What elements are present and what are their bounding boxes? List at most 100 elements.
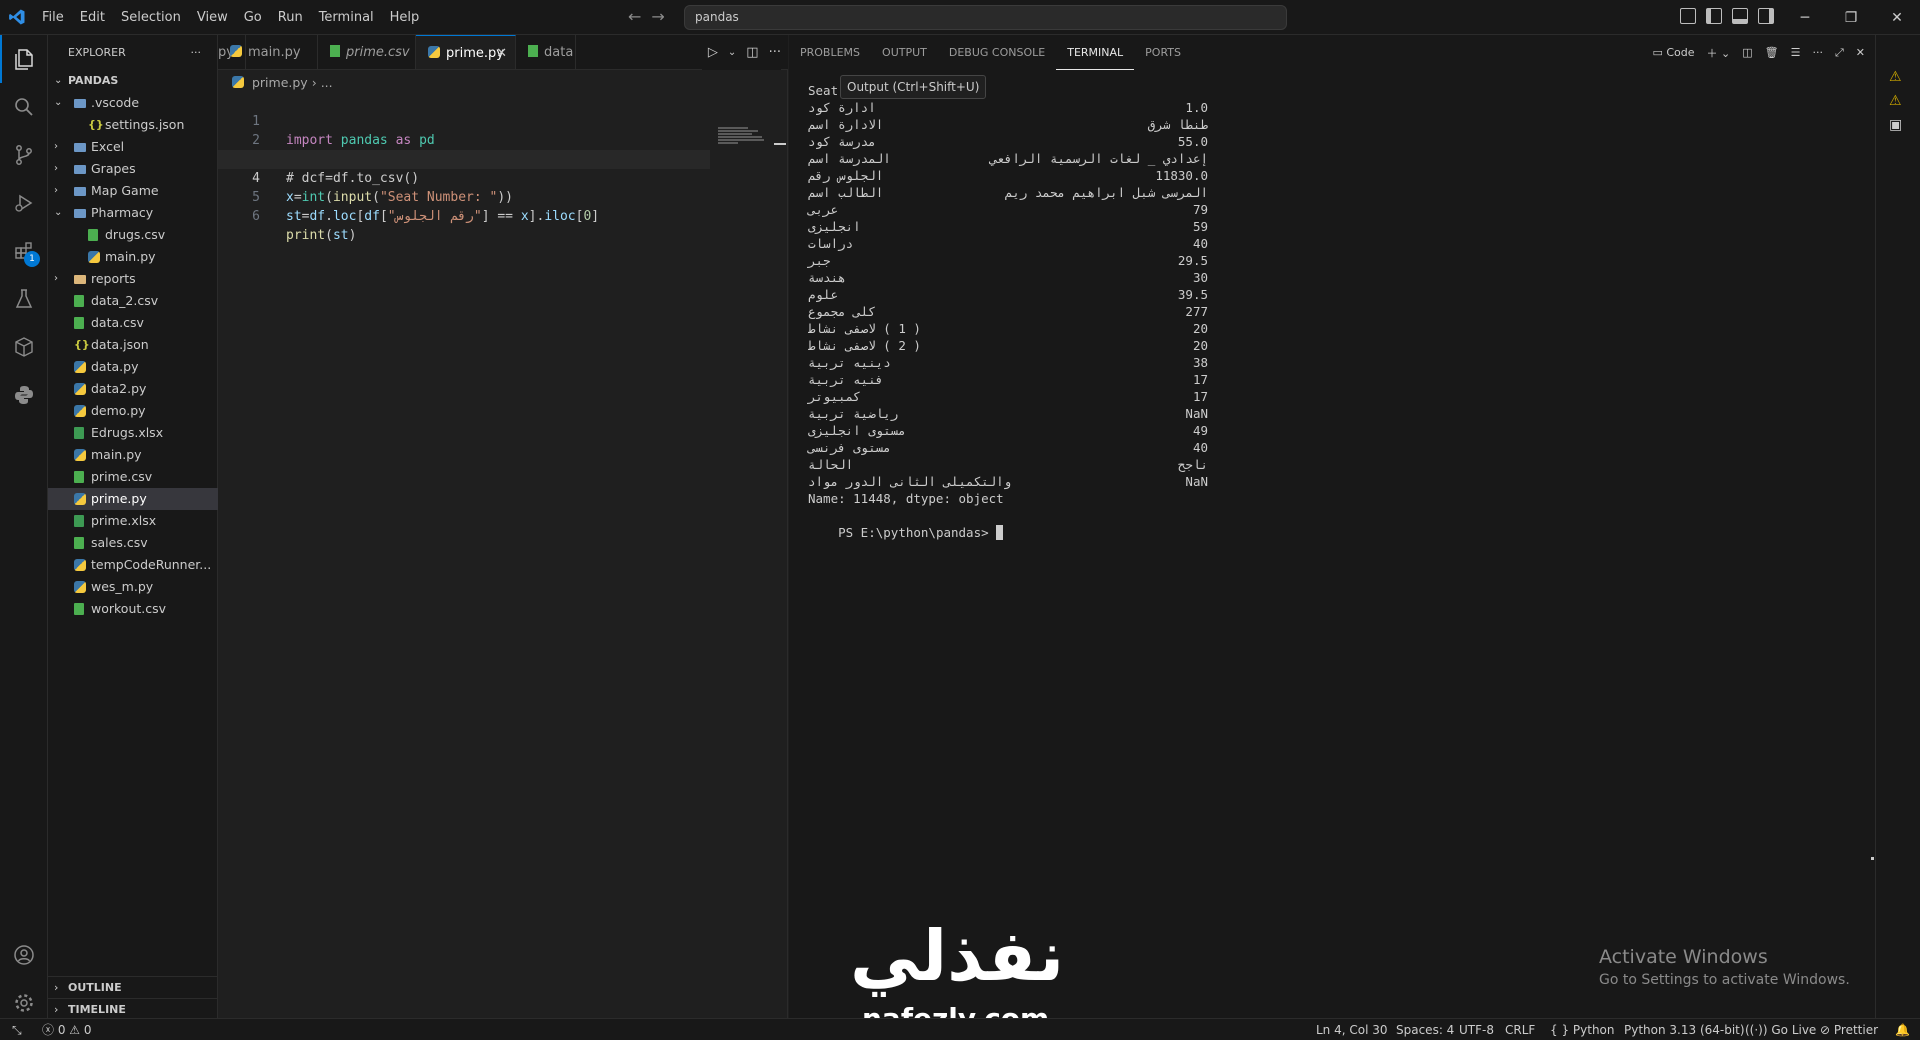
warning-icon[interactable]: ⚠ [1889, 93, 1902, 109]
tree-file[interactable]: prime.xlsx [48, 510, 218, 532]
prettier-status[interactable]: ⊘ Prettier [1820, 1019, 1878, 1040]
panel-tab-problems[interactable]: PROBLEMS [789, 35, 871, 70]
code-line[interactable]: 1 import pandas as pd [218, 93, 788, 148]
run-python-file-icon[interactable]: ▷ [708, 45, 718, 60]
close-tab-icon[interactable]: ✕ [496, 36, 507, 69]
indentation[interactable]: Spaces: 4 [1396, 1019, 1454, 1040]
maximize-panel-icon[interactable]: ⤢ [1835, 46, 1844, 60]
run-debug-icon[interactable] [0, 179, 48, 227]
tree-file[interactable]: data2.py [48, 378, 218, 400]
menu-view[interactable]: View [189, 0, 236, 35]
more-actions-icon[interactable]: ··· [769, 45, 781, 60]
tree-file[interactable]: Edrugs.xlsx [48, 422, 218, 444]
explorer-icon[interactable] [0, 35, 48, 83]
tree-file[interactable]: data.py [48, 356, 218, 378]
tree-file[interactable]: data.csv [48, 312, 218, 334]
panel-tab-ports[interactable]: PORTS [1134, 35, 1192, 70]
problems-status[interactable]: ⓧ 0 ⚠ 0 [42, 1019, 92, 1040]
code-line[interactable]: 3 # dcf=df.to_csv() [218, 131, 788, 186]
panel-tab-output[interactable]: OUTPUT [871, 35, 938, 70]
extensions-icon[interactable]: 1 [0, 227, 48, 275]
code-line[interactable]: 2 df=pd.read_excel("prime.xlsx") [218, 112, 788, 167]
new-terminal-icon[interactable]: ＋ ⌄ [1707, 45, 1731, 61]
close-window-icon[interactable]: ✕ [1874, 0, 1920, 35]
terminal-icon[interactable]: ▣ [1889, 117, 1902, 133]
panel-tab-debug-console[interactable]: DEBUG CONSOLE [938, 35, 1056, 70]
tree-file[interactable]: main.py [48, 444, 218, 466]
chevron-down-icon[interactable]: ⌄ [728, 47, 736, 58]
tree-folder[interactable]: ⌄ .vscode [48, 92, 218, 114]
tree-file[interactable]: sales.csv [48, 532, 218, 554]
terminal-shell-icon[interactable]: ▭ Code [1652, 46, 1694, 59]
search-icon[interactable] [0, 83, 48, 131]
menu-help[interactable]: Help [382, 0, 428, 35]
tree-folder[interactable]: › Grapes [48, 158, 218, 180]
source-control-icon[interactable] [0, 131, 48, 179]
minimap[interactable] [718, 127, 768, 147]
menu-edit[interactable]: Edit [72, 0, 113, 35]
toggle-secondary-sidebar-icon[interactable] [1758, 8, 1774, 24]
tree-file[interactable]: main.py [48, 246, 218, 268]
menu-terminal[interactable]: Terminal [311, 0, 382, 35]
go-live-button[interactable]: ((·)) Go Live [1745, 1019, 1816, 1040]
end-of-line[interactable]: CRLF [1505, 1019, 1535, 1040]
warning-icon[interactable]: ⚠ [1889, 69, 1902, 85]
toggle-panel-icon[interactable] [1732, 8, 1748, 24]
tree-file[interactable]: {} settings.json [48, 114, 218, 136]
cursor-position[interactable]: Ln 4, Col 30 [1316, 1019, 1388, 1040]
tree-file[interactable]: drugs.csv [48, 224, 218, 246]
panel-tab-terminal[interactable]: TERMINAL [1056, 35, 1135, 70]
tree-folder[interactable]: › Excel [48, 136, 218, 158]
tree-file[interactable]: tempCodeRunner... [48, 554, 218, 576]
forward-arrow-icon[interactable]: → [651, 6, 664, 28]
tab-prime-csv[interactable]: prime.csv [318, 35, 416, 69]
language-mode[interactable]: { } Python [1550, 1019, 1615, 1040]
tree-folder[interactable]: ⌄ Pharmacy [48, 202, 218, 224]
breadcrumb-file[interactable]: prime.py [252, 75, 308, 90]
tree-file[interactable]: {} data.json [48, 334, 218, 356]
command-center-search[interactable]: pandas [684, 5, 1287, 30]
close-panel-icon[interactable]: ✕ [1856, 46, 1865, 59]
python-interpreter[interactable]: Python 3.13 (64-bit) [1624, 1019, 1745, 1040]
minimize-icon[interactable]: ─ [1782, 0, 1828, 35]
testing-icon[interactable] [0, 275, 48, 323]
timeline-section[interactable]: › TIMELINE [48, 998, 218, 1020]
tree-file[interactable]: data_2.csv [48, 290, 218, 312]
menu-run[interactable]: Run [270, 0, 311, 35]
restore-icon[interactable]: ❐ [1828, 0, 1874, 35]
kill-terminal-icon[interactable]: 🗑 [1765, 46, 1779, 59]
tab-main-py[interactable]: main.py [218, 35, 318, 69]
split-terminal-icon[interactable]: ◫ [1742, 46, 1752, 59]
tree-folder[interactable]: › Map Game [48, 180, 218, 202]
more-actions-icon[interactable]: ··· [1812, 46, 1823, 59]
terminal-prompt-line[interactable]: PS E:\python\pandas> [808, 507, 1004, 540]
menu-go[interactable]: Go [236, 0, 270, 35]
python-icon[interactable] [0, 371, 48, 419]
code-line[interactable]: 5 st=df.loc[df["رقم الجلوس"] == x].iloc[… [218, 169, 788, 224]
tree-file[interactable]: wes_m.py [48, 576, 218, 598]
accounts-icon[interactable] [0, 931, 48, 979]
breadcrumb-symbols[interactable]: ... [321, 75, 333, 90]
containers-icon[interactable] [0, 323, 48, 371]
menu-selection[interactable]: Selection [113, 0, 189, 35]
encoding[interactable]: UTF-8 [1459, 1019, 1494, 1040]
tree-file[interactable]: prime.csv [48, 466, 218, 488]
tree-folder[interactable]: › reports [48, 268, 218, 290]
notifications-bell-icon[interactable]: 🔔 [1895, 1019, 1910, 1040]
tab-prime-py[interactable]: prime.py ✕ [416, 35, 516, 69]
split-editor-icon[interactable]: ◫ [746, 45, 758, 60]
code-line[interactable]: 6 print(st) [218, 188, 788, 243]
tree-file[interactable]: demo.py [48, 400, 218, 422]
tab-data[interactable]: data [516, 35, 576, 69]
tree-file[interactable]: prime.py [48, 488, 218, 510]
clear-terminal-icon[interactable]: ☰ [1791, 46, 1801, 59]
toggle-primary-sidebar-icon[interactable] [1706, 8, 1722, 24]
more-actions-icon[interactable]: ··· [191, 35, 202, 70]
menu-file[interactable]: File [34, 0, 72, 35]
remote-icon[interactable]: ⤡ [12, 1019, 22, 1040]
code-line-current[interactable]: 4 x=int(input("Seat Number: ")) [218, 150, 710, 205]
customize-layout-icon[interactable] [1680, 8, 1696, 24]
workspace-root[interactable]: ⌄ PANDAS [48, 70, 218, 92]
back-arrow-icon[interactable]: ← [628, 6, 641, 28]
outline-section[interactable]: › OUTLINE [48, 976, 218, 998]
